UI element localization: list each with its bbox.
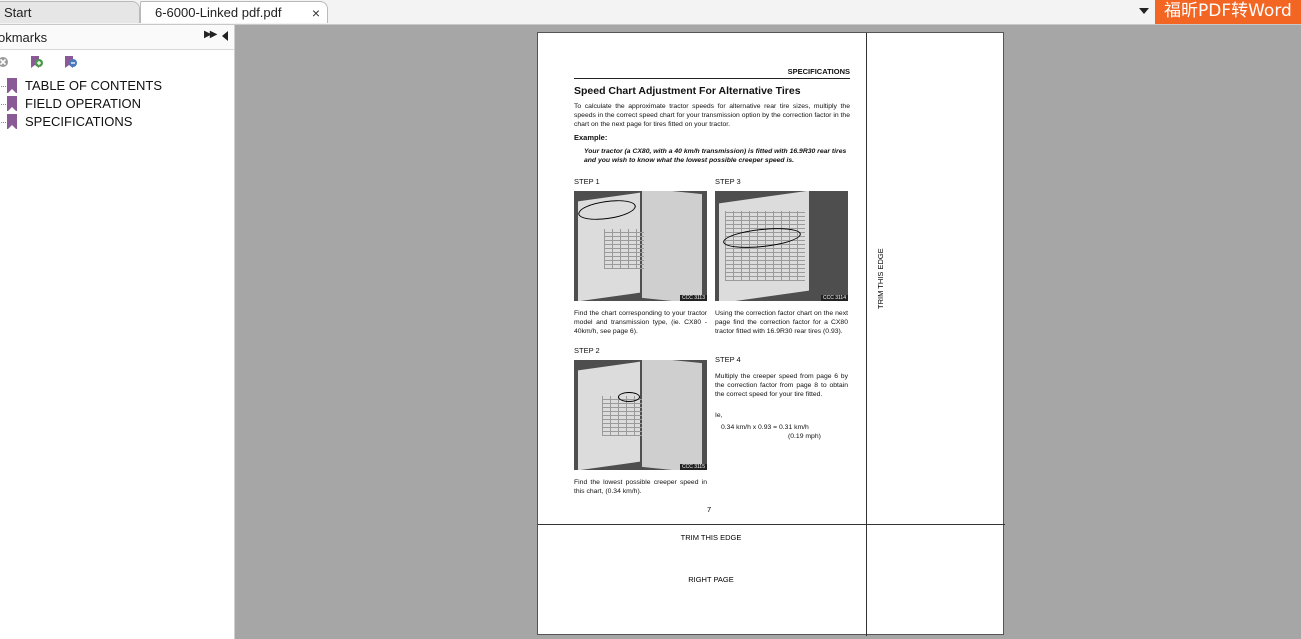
bookmark-label: TABLE OF CONTENTS [25,78,162,93]
photo-tag: CCC 3115 [680,464,707,470]
step-2-text: Find the lowest possible creeper speed i… [574,479,707,495]
close-icon[interactable]: × [312,2,320,24]
tab-start[interactable]: Start [0,1,140,23]
bookmarks-panel: okmarks ▶▶ TABLE OF CONTENTS FIELD OPERA… [0,25,235,639]
add-bookmark-icon[interactable] [30,55,44,69]
page-title: Speed Chart Adjustment For Alternative T… [574,85,801,97]
bookmark-label: FIELD OPERATION [25,96,142,111]
trim-edge-side-label: TRIM THIS EDGE [876,248,885,309]
trim-line-horizontal [538,524,1005,525]
trim-line-vertical [866,33,867,636]
bookmark-icon [7,78,17,94]
step-2-label: STEP 2 [574,346,600,355]
banner-label: 福昕PDF转Word [1164,1,1292,21]
document-viewport[interactable]: SPECIFICATIONS Speed Chart Adjustment Fo… [235,25,1301,639]
step-2-photo: CCC 3115 [574,360,707,470]
photo-paper [642,360,702,470]
intro-paragraph: To calculate the approximate tractor spe… [574,103,850,128]
tab-bar: Start 6-6000-Linked pdf.pdf × 福昕PDF转Word [0,0,1301,25]
photo-table [602,396,642,436]
bookmarks-panel-header: okmarks ▶▶ [0,25,234,50]
photo-table [604,229,644,269]
right-page-label: RIGHT PAGE [688,575,734,584]
step-3-text: Using the correction factor chart on the… [715,310,848,335]
bookmark-icon [7,114,17,130]
delete-bookmark-icon[interactable] [0,55,10,69]
photo-tag: CCC 3114 [821,295,848,301]
step-3-label: STEP 3 [715,177,741,186]
pdf-to-word-banner[interactable]: 福昕PDF转Word [1155,0,1301,24]
page-number: 7 [707,505,712,514]
tree-connector [0,104,6,105]
tree-connector [0,122,6,123]
bookmark-item[interactable]: TABLE OF CONTENTS [0,77,230,95]
step-1-text: Find the chart corresponding to your tra… [574,310,707,335]
photo-tag: CCC 3113 [680,295,707,301]
section-header: SPECIFICATIONS [574,67,850,79]
tree-connector [0,86,6,87]
example-label: Example: [574,133,608,142]
tab-start-label: Start [4,5,32,20]
bookmark-item[interactable]: SPECIFICATIONS [0,113,230,131]
example-text: Your tractor (a CX80, with a 40 km/h tra… [584,148,847,164]
step-1-photo: CCC 3113 [574,191,707,301]
step-1-label: STEP 1 [574,177,600,186]
tab-document-label: 6-6000-Linked pdf.pdf [155,5,282,20]
bookmark-icon [7,96,17,112]
step-4-label: STEP 4 [715,355,741,364]
tab-document[interactable]: 6-6000-Linked pdf.pdf × [140,1,328,23]
expand-panel-icon[interactable]: ▶▶ [204,29,217,40]
step-4-text: Multiply the creeper speed from page 6 b… [715,373,848,398]
pdf-page: SPECIFICATIONS Speed Chart Adjustment Fo… [537,32,1005,636]
highlight-circle [618,392,640,402]
step-4-ie: Ie, [715,412,723,419]
bookmark-item[interactable]: FIELD OPERATION [0,95,230,113]
find-bookmark-icon[interactable] [64,55,78,69]
panel-title: okmarks [0,30,48,45]
step-3-photo: CCC 3114 [715,191,848,301]
bookmark-label: SPECIFICATIONS [25,114,133,129]
tab-list-dropdown-icon[interactable] [1137,2,1151,20]
step-4-calculation-mph: (0.19 mph) [788,433,821,440]
photo-paper [642,191,702,301]
step-4-calculation: 0.34 km/h x 0.93 = 0.31 km/h [721,424,809,431]
collapse-panel-icon[interactable] [222,31,228,41]
trim-edge-label: TRIM THIS EDGE [680,533,742,542]
